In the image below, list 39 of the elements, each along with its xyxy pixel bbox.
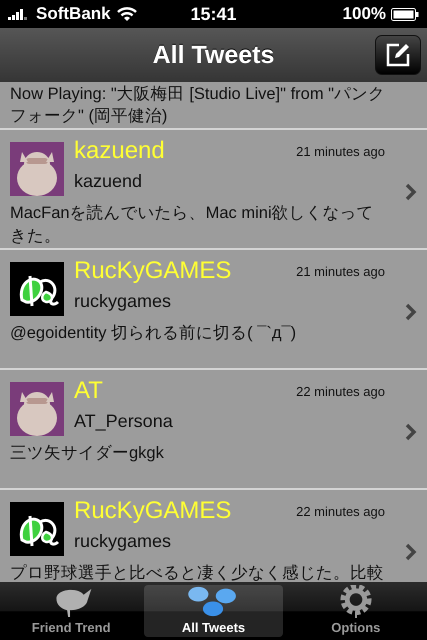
chevron-icon <box>405 183 417 201</box>
tweet-text: Now Playing: "大阪梅田 [Studio Live]" from "パンクフォーク" (岡平健治) <box>10 84 386 127</box>
tweet-handle: ruckygames <box>74 290 172 313</box>
tweet-handle: kazuend <box>74 170 142 193</box>
battery-icon <box>391 8 420 20</box>
wifi-icon <box>116 6 137 22</box>
tweet-text: MacFanを読んでいたら、Mac mini欲しくなってきた。 <box>10 203 375 247</box>
avatar-logo-icon <box>10 502 64 556</box>
carrier-name: SoftBank <box>36 4 111 24</box>
compose-icon <box>385 42 411 68</box>
tweet-text: プロ野球選手と比べると凄く少なく感じた。比較 <box>10 563 385 582</box>
tweet-text: 三ツ矢サイダーgkgk <box>10 443 165 464</box>
tab[interactable]: Friend Trend <box>2 585 140 637</box>
tweet-author-name: RucKyGAMES <box>74 497 232 525</box>
tweet-text: @egoidentity 切られる前に切る( ¯`д¯) <box>10 323 298 344</box>
battery-percent: 100% <box>342 4 386 24</box>
nav-title: All Tweets <box>152 40 274 70</box>
tweet-row[interactable]: Now Playing: "大阪梅田 [Studio Live]" from "パンクフォーク" (岡平健治) <box>0 82 427 130</box>
chevron-icon <box>405 303 417 321</box>
signal-icon <box>8 8 30 20</box>
tweet-row[interactable]: kazuend 21 minutes ago kazuend MacFanを読んでいたら、Mac mini欲しくなってきた。 <box>0 130 427 250</box>
tweet-author-name: RucKyGAMES <box>74 257 232 285</box>
tweet-author-name: AT <box>74 377 103 405</box>
tweet-time: 21 minutes ago <box>296 264 385 278</box>
avatar-logo-icon <box>10 262 64 316</box>
tweet-author-name: kazuend <box>74 137 165 165</box>
tweet-handle: AT_Persona <box>74 410 173 433</box>
tab[interactable]: Options <box>286 585 425 637</box>
compose-button[interactable] <box>375 35 421 75</box>
tweet-time: 22 minutes ago <box>296 384 385 398</box>
tweet-row[interactable]: AT 22 minutes ago AT_Persona 三ツ矢サイダーgkgk <box>0 370 427 490</box>
status-time: 15:41 <box>190 4 237 24</box>
tweet-time: 21 minutes ago <box>296 144 385 158</box>
chevron-icon <box>405 543 417 561</box>
tweet-time: 22 minutes ago <box>296 504 385 518</box>
tweet-handle: ruckygames <box>74 530 172 553</box>
chevron-icon <box>405 423 417 441</box>
tweet-row[interactable]: RucKyGAMES 21 minutes ago ruckygames @egoidentity 切られる前に切る( ¯`д¯) <box>0 250 427 370</box>
tab[interactable]: All Tweets <box>144 585 283 637</box>
